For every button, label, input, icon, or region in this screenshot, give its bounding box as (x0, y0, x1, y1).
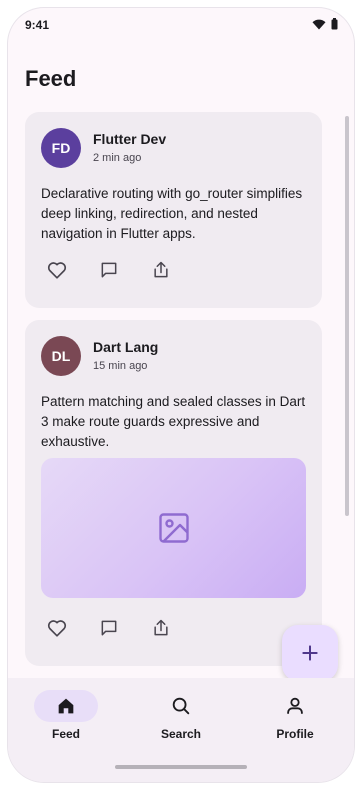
page-title: Feed (25, 66, 77, 91)
post-author[interactable]: Dart Lang (93, 339, 158, 355)
nav-label: Feed (51, 727, 80, 741)
nav-indicator (263, 690, 327, 722)
person-icon (287, 697, 303, 714)
like-button[interactable] (45, 258, 69, 282)
nav-label: Profile (276, 727, 314, 741)
nav-item-search[interactable]: Search (136, 690, 226, 741)
image-icon (158, 513, 189, 543)
home-indicator (115, 765, 247, 769)
nav-item-profile[interactable]: Profile (250, 690, 340, 741)
like-button[interactable] (45, 616, 69, 640)
search-icon (172, 697, 190, 715)
plus-icon (302, 645, 318, 661)
post-timestamp: 15 min ago (93, 360, 148, 372)
post-card[interactable]: DL Dart Lang 15 min ago Pattern matching… (25, 320, 322, 666)
post-card[interactable]: FD Flutter Dev 2 min ago Declarative rou… (25, 112, 322, 308)
share-icon (154, 619, 168, 636)
post-text: Declarative routing with go_router simpl… (41, 186, 303, 241)
post-author[interactable]: Flutter Dev (93, 131, 166, 147)
nav-indicator (34, 690, 98, 722)
post-image[interactable] (41, 458, 306, 598)
heart-icon (47, 262, 67, 279)
comment-icon (101, 620, 117, 636)
comment-icon (101, 262, 117, 278)
status-icons (312, 17, 338, 35)
comment-button[interactable] (97, 616, 121, 640)
wifi-icon (312, 17, 326, 35)
post-actions (45, 616, 173, 640)
heart-icon (47, 620, 67, 637)
nav-item-feed[interactable]: Feed (21, 690, 111, 741)
avatar[interactable]: FD (41, 128, 81, 168)
status-bar: 9:41 (8, 8, 354, 44)
scrollbar[interactable] (345, 116, 349, 516)
feed-list[interactable]: FD Flutter Dev 2 min ago Declarative rou… (8, 112, 354, 678)
status-time: 9:41 (25, 18, 50, 32)
add-post-button[interactable] (282, 625, 338, 681)
battery-icon (331, 17, 338, 35)
comment-button[interactable] (97, 258, 121, 282)
phone-screen: 9:41 Feed FD Flutter Dev 2 min ago Decla… (8, 8, 354, 782)
share-icon (154, 261, 168, 278)
post-actions (45, 258, 173, 282)
nav-label: Search (160, 727, 202, 741)
share-button[interactable] (149, 258, 173, 282)
post-timestamp: 2 min ago (93, 152, 142, 164)
avatar[interactable]: DL (41, 336, 81, 376)
home-icon (58, 698, 74, 714)
post-text: Pattern matching and sealed classes in D… (41, 394, 306, 449)
nav-indicator (149, 690, 213, 722)
share-button[interactable] (149, 616, 173, 640)
